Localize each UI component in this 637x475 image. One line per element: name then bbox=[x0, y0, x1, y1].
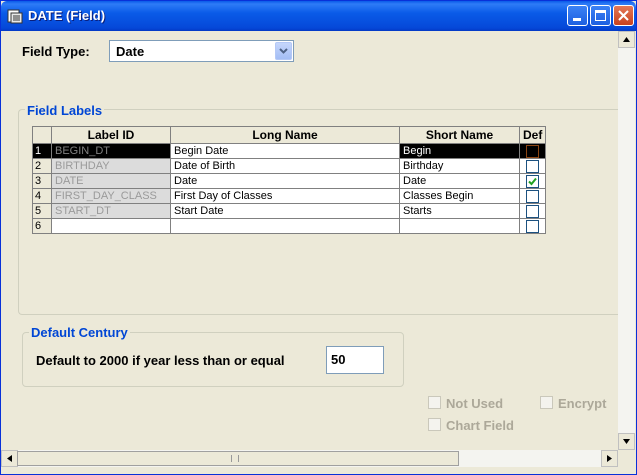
field-labels-grid[interactable]: Label ID Long Name Short Name Def 1 BEGI… bbox=[32, 126, 547, 234]
scroll-left-button[interactable] bbox=[1, 450, 18, 467]
table-row[interactable]: 2 BIRTHDAY Date of Birth Birthday bbox=[32, 158, 547, 174]
short-name-cell[interactable]: Birthday bbox=[399, 158, 520, 174]
checkmark-icon bbox=[528, 177, 537, 186]
arrow-up-icon bbox=[623, 37, 630, 42]
default-century-label: Default to 2000 if year less than or equ… bbox=[36, 353, 285, 368]
century-year-input[interactable]: 50 bbox=[326, 346, 384, 374]
table-row[interactable]: 4 FIRST_DAY_CLASS First Day of Classes C… bbox=[32, 188, 547, 204]
short-name-cell[interactable]: Date bbox=[399, 173, 520, 189]
label-id-cell[interactable]: BEGIN_DT bbox=[51, 143, 171, 159]
short-name-cell[interactable]: Starts bbox=[399, 203, 520, 219]
scroll-up-button[interactable] bbox=[618, 31, 635, 48]
scrollbar-corner bbox=[618, 450, 635, 467]
row-number[interactable]: 4 bbox=[32, 188, 52, 204]
close-button[interactable] bbox=[613, 5, 634, 26]
label-id-cell[interactable]: DATE bbox=[51, 173, 171, 189]
field-type-label: Field Type: bbox=[22, 44, 90, 59]
encrypt-label: Encrypt bbox=[558, 396, 607, 411]
window-title: DATE (Field) bbox=[28, 8, 106, 23]
arrow-down-icon bbox=[623, 439, 630, 444]
long-name-cell[interactable] bbox=[170, 218, 400, 234]
chart-field-checkbox[interactable]: Chart Field bbox=[428, 418, 514, 433]
table-row[interactable]: 6 bbox=[32, 218, 547, 234]
maximize-button[interactable] bbox=[590, 5, 611, 26]
scroll-right-button[interactable] bbox=[601, 450, 618, 467]
title-bar[interactable]: DATE (Field) bbox=[1, 1, 636, 31]
field-type-dropdown[interactable]: Date bbox=[109, 40, 294, 62]
label-id-cell[interactable] bbox=[51, 218, 171, 234]
row-number[interactable]: 2 bbox=[32, 158, 52, 174]
def-checkbox[interactable] bbox=[526, 144, 540, 158]
long-name-cell[interactable]: Begin Date bbox=[170, 143, 400, 159]
horizontal-scroll-thumb[interactable] bbox=[17, 451, 459, 466]
field-type-value: Date bbox=[116, 44, 145, 59]
dropdown-button[interactable] bbox=[275, 42, 292, 60]
def-checkbox[interactable] bbox=[526, 189, 540, 203]
def-cell[interactable] bbox=[518, 143, 547, 159]
def-cell[interactable] bbox=[518, 173, 547, 189]
col-header-long-name[interactable]: Long Name bbox=[170, 126, 400, 144]
not-used-checkbox[interactable]: Not Used bbox=[428, 396, 503, 411]
def-cell[interactable] bbox=[518, 218, 547, 234]
long-name-cell[interactable]: Date of Birth bbox=[170, 158, 400, 174]
def-checkbox[interactable] bbox=[526, 219, 540, 233]
row-number[interactable]: 1 bbox=[32, 143, 52, 159]
table-row[interactable]: 5 START_DT Start Date Starts bbox=[32, 203, 547, 219]
def-checkbox[interactable] bbox=[526, 204, 540, 218]
def-cell[interactable] bbox=[518, 158, 547, 174]
table-row[interactable]: 1 BEGIN_DT Begin Date Begin bbox=[32, 143, 547, 159]
chevron-down-icon bbox=[279, 48, 288, 54]
grid-corner bbox=[32, 126, 52, 144]
minimize-icon bbox=[573, 18, 581, 21]
field-definition-icon bbox=[7, 9, 23, 24]
def-checkbox-checked[interactable] bbox=[526, 174, 540, 188]
chart-field-label: Chart Field bbox=[446, 418, 514, 433]
century-year-value: 50 bbox=[331, 352, 346, 367]
default-century-title: Default Century bbox=[29, 325, 130, 340]
label-id-cell[interactable]: BIRTHDAY bbox=[51, 158, 171, 174]
encrypt-box bbox=[540, 396, 553, 409]
maximize-icon bbox=[595, 10, 606, 21]
row-number[interactable]: 5 bbox=[32, 203, 52, 219]
field-window: DATE (Field) Field Type: Date Field Labe… bbox=[0, 0, 637, 475]
def-cell[interactable] bbox=[518, 188, 547, 204]
col-header-label-id[interactable]: Label ID bbox=[51, 126, 171, 144]
field-labels-title: Field Labels bbox=[25, 103, 105, 118]
short-name-cell[interactable]: Classes Begin bbox=[399, 188, 520, 204]
scroll-down-button[interactable] bbox=[618, 433, 635, 450]
row-number[interactable]: 6 bbox=[32, 218, 52, 234]
vertical-scrollbar[interactable] bbox=[618, 31, 635, 450]
arrow-left-icon bbox=[7, 455, 12, 462]
long-name-cell[interactable]: First Day of Classes bbox=[170, 188, 400, 204]
long-name-cell[interactable]: Date bbox=[170, 173, 400, 189]
chart-field-box bbox=[428, 418, 441, 431]
long-name-cell[interactable]: Start Date bbox=[170, 203, 400, 219]
table-row[interactable]: 3 DATE Date Date bbox=[32, 173, 547, 189]
label-id-cell[interactable]: FIRST_DAY_CLASS bbox=[51, 188, 171, 204]
encrypt-checkbox[interactable]: Encrypt bbox=[540, 396, 606, 411]
col-header-def[interactable]: Def bbox=[518, 126, 547, 144]
def-cell[interactable] bbox=[518, 203, 547, 219]
short-name-cell[interactable] bbox=[399, 218, 520, 234]
label-id-cell[interactable]: START_DT bbox=[51, 203, 171, 219]
not-used-label: Not Used bbox=[446, 396, 504, 411]
minimize-button[interactable] bbox=[567, 5, 588, 26]
col-header-short-name[interactable]: Short Name bbox=[399, 126, 520, 144]
row-number[interactable]: 3 bbox=[32, 173, 52, 189]
def-checkbox[interactable] bbox=[526, 159, 540, 173]
close-icon bbox=[618, 10, 629, 21]
not-used-box bbox=[428, 396, 441, 409]
short-name-cell[interactable]: Begin bbox=[399, 143, 520, 159]
horizontal-scrollbar[interactable] bbox=[1, 450, 618, 467]
arrow-right-icon bbox=[607, 455, 612, 462]
